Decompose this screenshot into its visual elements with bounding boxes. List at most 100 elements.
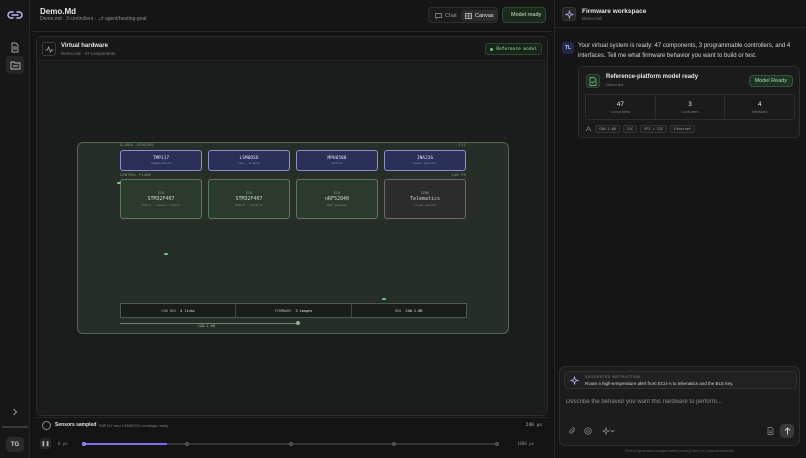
interface-tag: SPI / I2C [640,125,668,133]
signal-pin[interactable] [382,298,386,300]
attach-icon[interactable] [567,426,577,436]
signal-pin[interactable] [117,182,121,184]
model-ready-badge: Model Ready [748,75,793,87]
timeline-track[interactable] [82,441,499,446]
signal-pin[interactable] [164,253,168,255]
model-ready-status[interactable]: Model ready [502,7,546,23]
pulse-icon [42,42,56,56]
controller-role: cloud uplink [414,203,436,207]
controller-node[interactable]: ECU STM32F407 ECU-A · sensor fusion [120,179,202,219]
firmware-workspace-title: Firmware workspace [582,8,647,15]
stat-label: Components [610,109,631,114]
timeline-marker[interactable] [82,441,86,446]
assistant-message: Your virtual system is ready: 47 compone… [578,43,791,59]
bus-cell: CAN BUS 4 links [121,304,237,317]
left-rail: TG [0,0,30,458]
sensor-node[interactable]: LSM6DSO imu · 6-axis [208,150,290,171]
chevron-down-icon [609,429,615,433]
page-title: Demo.Md [40,7,76,16]
document-meta: Demo.md · 3 controllers · ⎇ agent/heatin… [40,16,147,22]
controller-kind: SINK [420,191,430,195]
controller-role: ECU-B · control [235,203,263,207]
interface-tag: Ethernet [670,125,696,133]
controller-name: nRF52840 [324,196,350,202]
tab-chat[interactable]: Chat [431,10,461,21]
timeline: ❚❚ 0 µs 1000 µs [36,436,548,452]
tab-canvas-label: Canvas [475,12,494,19]
timeline-start: 0 µs [58,441,68,446]
controller-name: Telematics [409,196,441,202]
virtual-hardware-header: Virtual hardware Demo.md · 47 components… [37,37,547,61]
interface-tag: I2C [622,125,638,133]
controller-kind: ECU [157,191,165,195]
suggested-instruction[interactable]: SUGGESTED INSTRUCTION Route a high-tempe… [564,371,797,389]
controller-kind: ECU [245,191,253,195]
document-icon[interactable] [765,426,775,436]
timeline-marker[interactable] [289,441,293,446]
bus-slider-handle[interactable] [296,321,300,325]
pause-button[interactable]: ❚❚ [40,438,51,449]
sensor-node[interactable]: MPU6500 motion [296,150,378,171]
bus-value: 4 links [180,308,195,313]
zone-label-global-sensors: GLOBAL SENSORS [120,143,154,147]
bus-summary: CAN BUS 4 links FIRMWARE 3 images BUS CAN 2… [120,303,467,318]
sparkle-icon [601,427,610,435]
sensor-type: temperature [151,161,171,165]
virtual-hardware-subtitle: Demo.md · 47 components [61,51,116,56]
bus-value: 3 images [295,308,313,313]
controller-node[interactable]: ECU STM32F407 ECU-B · control [208,179,290,219]
assistant-avatar: TL [562,42,574,54]
timeline-marker[interactable] [495,441,499,446]
footnote: Review generated changes before running … [625,449,735,453]
status-bar: Sensors sampled TMP117 and LSM6DSO readi… [36,417,548,434]
check-circle-icon [42,421,51,430]
tab-canvas[interactable]: Canvas [461,10,498,21]
stat-label: Interfaces [751,109,768,114]
model-ready-label: Model ready [511,12,542,18]
status-rate: 240 µs [525,423,542,428]
reference-model-label: Reference model [496,46,537,52]
status-detail: TMP117 and LSM6DSO readings ready [98,423,169,428]
chip-icon [585,126,592,132]
controller-name: STM32F407 [235,196,263,202]
stat-value: 4 [757,100,762,108]
timeline-marker[interactable] [185,441,189,446]
bus-key: FIRMWARE [274,308,292,313]
firmware-workspace-subtitle: Demo.md [582,16,602,21]
mode-dropdown[interactable] [599,426,617,436]
model-ready-card[interactable]: Reference-platform model ready Demo.md M… [578,66,800,138]
suggestion-label: SUGGESTED INSTRUCTION [585,375,641,379]
timeline-marker[interactable] [392,441,396,446]
mention-icon[interactable] [583,426,593,436]
sensor-type: motion [331,161,343,165]
prompt-input[interactable] [566,396,794,408]
document-icon[interactable] [6,38,24,56]
model-stats: 47 Components 3 Controllers 4 Interfaces [585,94,795,120]
rail-divider [2,426,28,428]
sensor-node[interactable]: INA226 power monitor [384,150,466,171]
status-title: Sensors sampled [55,422,97,428]
virtual-hardware-panel: Virtual hardware Demo.md · 47 components… [36,36,548,416]
zone-label-can-fd: CAN FD [451,173,466,177]
sensor-node[interactable]: TMP117 temperature [120,150,202,171]
timeline-progress [84,443,167,445]
controller-role: ECU-A · sensor fusion [142,203,180,207]
send-button[interactable] [780,424,794,438]
folder-icon[interactable] [6,56,24,74]
stat-controllers: 3 Controllers [656,95,726,119]
stat-interfaces: 4 Interfaces [725,95,794,119]
stat-components: 47 Components [586,95,656,119]
user-avatar[interactable]: TG [6,437,24,452]
model-card-subtitle: Demo.md [606,82,624,87]
bus-value: CAN 2.0B [405,308,423,313]
prompt-composer: SUGGESTED INSTRUCTION Route a high-tempe… [559,366,800,446]
chevron-right-icon[interactable] [6,403,24,421]
telematics-node[interactable]: SINK Telematics cloud uplink [384,179,466,219]
hardware-canvas[interactable]: GLOBAL SENSORS I2C CONTROL PLANE CAN FD … [37,62,547,415]
controller-node[interactable]: ECU nRF52840 BLE gateway [296,179,378,219]
sparkle-icon [562,7,576,21]
chat-icon [435,12,442,19]
timeline-end: 1000 µs [517,441,534,446]
logo-icon[interactable] [6,8,24,22]
hardware-board[interactable]: GLOBAL SENSORS I2C CONTROL PLANE CAN FD … [77,142,509,334]
